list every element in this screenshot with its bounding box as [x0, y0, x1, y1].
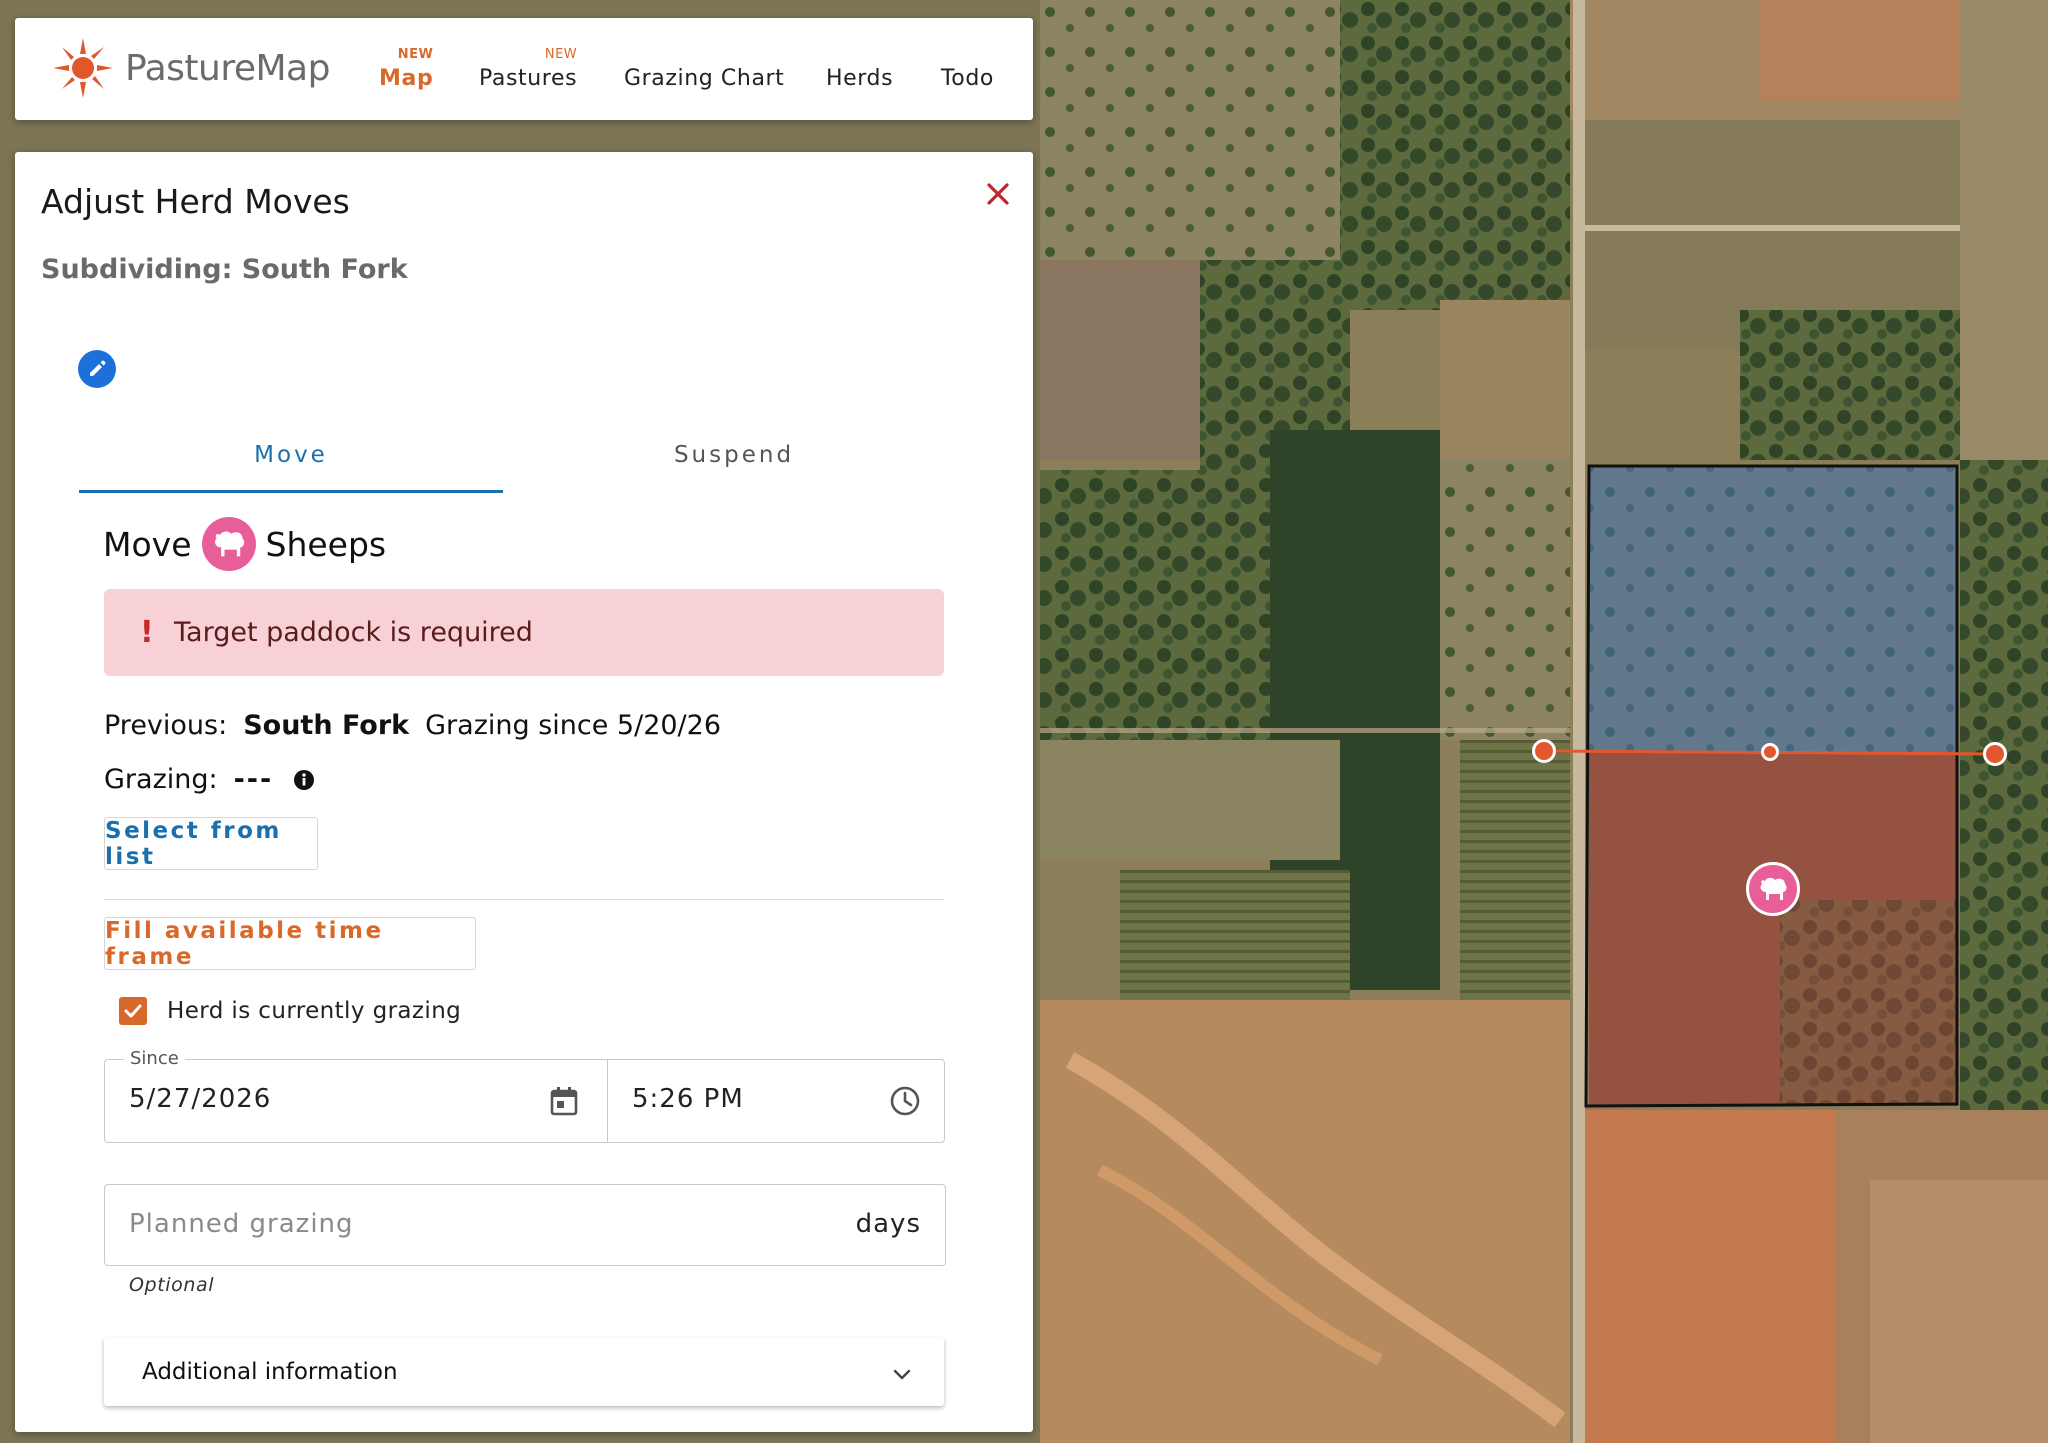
- error-alert: ! Target paddock is required: [104, 589, 944, 676]
- since-date-field[interactable]: 5/27/2026: [104, 1059, 607, 1143]
- info-icon[interactable]: [293, 769, 315, 791]
- herd-name: Sheeps: [265, 524, 387, 564]
- sheep-icon: [214, 531, 244, 557]
- nav-label: Herds: [826, 66, 894, 91]
- nav-label: Map: [379, 66, 434, 91]
- sheep-icon: [1760, 877, 1787, 900]
- currently-grazing-label[interactable]: Herd is currently grazing: [167, 998, 461, 1024]
- grazing-row: Grazing: ---: [104, 764, 315, 795]
- move-heading: Move Sheeps: [103, 517, 386, 571]
- edit-button[interactable]: [78, 350, 116, 388]
- since-time-field[interactable]: 5:26 PM: [607, 1059, 945, 1143]
- new-badge: NEW: [397, 47, 434, 62]
- grazing-value: ---: [233, 764, 274, 795]
- fill-time-frame-button[interactable]: Fill available time frame: [104, 917, 476, 970]
- map-herd-marker[interactable]: [1746, 862, 1800, 916]
- since-date-value[interactable]: 5/27/2026: [129, 1084, 271, 1114]
- split-mid-handle[interactable]: [1761, 743, 1779, 761]
- previous-since: Grazing since 5/20/26: [425, 710, 722, 741]
- nav-label: Pastures: [479, 66, 578, 91]
- planned-grazing-field[interactable]: Planned grazing days: [104, 1184, 946, 1266]
- alert-icon: !: [140, 615, 154, 650]
- alert-text: Target paddock is required: [174, 617, 533, 648]
- split-start-handle[interactable]: [1532, 739, 1556, 763]
- move-verb: Move: [103, 524, 192, 564]
- planned-grazing-unit: days: [855, 1209, 921, 1239]
- logo[interactable]: PastureMap: [51, 36, 330, 100]
- nav-label: Grazing Chart: [624, 66, 785, 91]
- top-nav: PastureMap NEW Map NEW Pastures Grazing …: [15, 18, 1033, 120]
- since-legend: Since: [124, 1048, 185, 1069]
- herd-avatar: [201, 517, 256, 571]
- new-badge: NEW: [544, 47, 578, 62]
- pencil-icon: [90, 360, 106, 376]
- nav-item-todo[interactable]: Todo: [941, 66, 994, 91]
- nav-label: Todo: [941, 66, 994, 91]
- close-icon[interactable]: [980, 176, 1016, 212]
- check-icon: [124, 1004, 142, 1018]
- nav-item-herds[interactable]: Herds: [826, 66, 893, 91]
- adjust-herd-moves-panel: Adjust Herd Moves Subdividing: South For…: [15, 152, 1033, 1432]
- previous-paddock: South Fork: [243, 710, 410, 741]
- chevron-down-icon[interactable]: [890, 1362, 914, 1386]
- active-tab-indicator: [79, 490, 503, 493]
- select-from-list-button[interactable]: Select from list: [104, 817, 318, 870]
- planned-grazing-helper: Optional: [129, 1274, 215, 1296]
- sun-logo-icon: [53, 38, 113, 98]
- planned-grazing-placeholder[interactable]: Planned grazing: [129, 1209, 354, 1239]
- tab-suspend[interactable]: Suspend: [522, 442, 946, 468]
- nav-item-pastures[interactable]: NEW Pastures: [479, 47, 578, 91]
- additional-information-accordion[interactable]: Additional information: [104, 1338, 944, 1406]
- calendar-icon[interactable]: [547, 1084, 581, 1118]
- grazing-label: Grazing:: [104, 764, 218, 795]
- clock-icon[interactable]: [888, 1084, 922, 1118]
- logo-text: PastureMap: [125, 47, 330, 89]
- tab-move[interactable]: Move: [79, 442, 503, 468]
- split-end-handle[interactable]: [1983, 742, 2007, 766]
- previous-row: Previous: South Fork Grazing since 5/20/…: [104, 710, 721, 741]
- panel-title: Adjust Herd Moves: [41, 182, 350, 221]
- since-time-value[interactable]: 5:26 PM: [632, 1084, 744, 1114]
- panel-subtitle: Subdividing: South Fork: [41, 254, 408, 285]
- currently-grazing-checkbox[interactable]: [119, 997, 147, 1025]
- accordion-label: Additional information: [142, 1359, 398, 1385]
- divider: [104, 899, 944, 900]
- nav-item-map[interactable]: NEW Map: [379, 47, 434, 91]
- nav-item-grazing-chart[interactable]: Grazing Chart: [624, 66, 784, 91]
- previous-label: Previous:: [104, 710, 228, 741]
